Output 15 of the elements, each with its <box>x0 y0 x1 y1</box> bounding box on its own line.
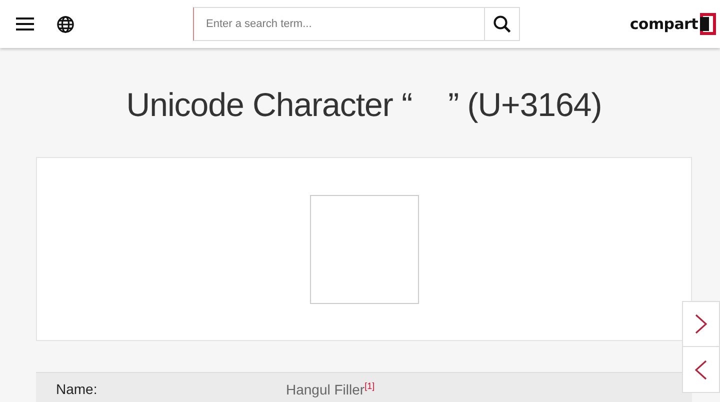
chevron-left-icon <box>695 360 707 380</box>
logo-icon <box>700 13 716 35</box>
previous-button[interactable] <box>682 347 720 393</box>
globe-icon[interactable] <box>57 16 74 32</box>
menu-icon[interactable] <box>16 17 34 31</box>
property-label: Name: <box>55 381 98 397</box>
search-icon <box>493 15 511 33</box>
chevron-right-icon <box>695 314 707 334</box>
search-field[interactable]: Enter a search term... <box>193 7 484 41</box>
page-title: ” (U+3164) <box>448 86 602 125</box>
page-title: Unicode Character “ <box>126 86 412 125</box>
search-button[interactable] <box>484 7 520 41</box>
logo-text[interactable]: compart <box>630 15 698 33</box>
next-button[interactable] <box>682 301 720 347</box>
property-value: Hangul Filler$^{[1]}$ <box>286 380 375 398</box>
